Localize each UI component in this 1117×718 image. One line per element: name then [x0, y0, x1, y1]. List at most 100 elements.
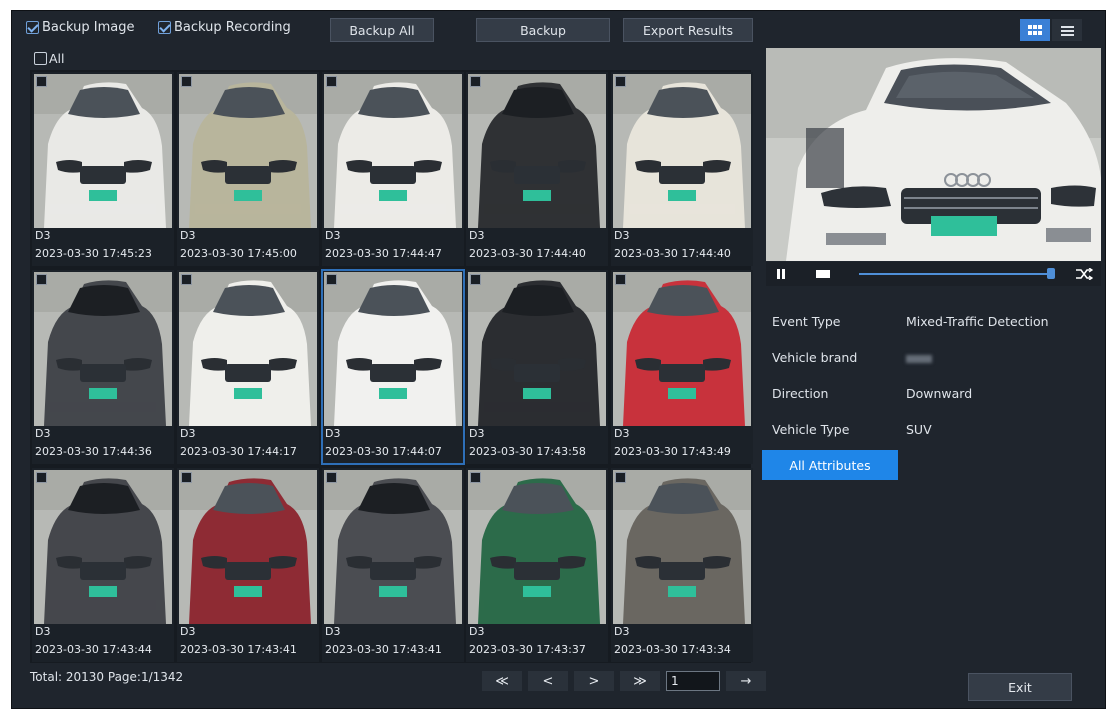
all-attributes-button[interactable]: All Attributes [762, 450, 898, 480]
vehicle-thumbnail[interactable] [179, 74, 317, 228]
result-checkbox[interactable] [36, 274, 47, 285]
previous-page-button[interactable]: < [528, 671, 568, 691]
attr-vehicle-type-label: Vehicle Type [772, 422, 850, 437]
capture-time: 2023-03-30 17:43:58 [469, 445, 586, 458]
attr-event-type-value: Mixed-Traffic Detection [906, 314, 1049, 329]
pause-icon [777, 269, 785, 279]
vehicle-snapshot [766, 48, 1101, 261]
select-all-checkbox[interactable]: All [34, 51, 65, 66]
vehicle-thumbnail[interactable] [613, 74, 751, 228]
capture-time: 2023-03-30 17:44:40 [469, 247, 586, 260]
result-checkbox[interactable] [326, 274, 337, 285]
clip-icon [1076, 268, 1093, 280]
result-checkbox[interactable] [470, 274, 481, 285]
playback-progress-handle[interactable] [1047, 268, 1056, 279]
result-card[interactable]: D3 2023-03-30 17:45:00 [177, 72, 319, 266]
result-card[interactable]: D3 2023-03-30 17:43:41 [177, 468, 319, 662]
checkbox-icon [34, 52, 47, 65]
capture-time: 2023-03-30 17:43:44 [35, 643, 152, 656]
list-view-button[interactable] [1052, 19, 1082, 41]
image-preview[interactable] [766, 48, 1101, 261]
capture-time: 2023-03-30 17:44:47 [325, 247, 442, 260]
vehicle-thumbnail[interactable] [34, 470, 172, 624]
capture-time: 2023-03-30 17:43:34 [614, 643, 731, 656]
stop-button[interactable] [808, 263, 838, 285]
result-checkbox[interactable] [470, 76, 481, 87]
result-card[interactable]: D3 2023-03-30 17:44:17 [177, 270, 319, 464]
result-checkbox[interactable] [181, 472, 192, 483]
next-page-button[interactable]: > [574, 671, 614, 691]
camera-label: D3 [180, 427, 196, 440]
result-checkbox[interactable] [36, 76, 47, 87]
backup-recording-checkbox[interactable]: Backup Recording [158, 20, 291, 35]
toolbar: Backup Image Backup Recording Backup All… [12, 11, 762, 47]
result-card[interactable]: D3 2023-03-30 17:44:36 [32, 270, 174, 464]
backup-image-checkbox[interactable]: Backup Image [26, 20, 135, 35]
search-results-window: Backup Image Backup Recording Backup All… [11, 10, 1106, 709]
camera-label: D3 [614, 229, 630, 242]
result-checkbox[interactable] [181, 274, 192, 285]
result-card[interactable]: D3 2023-03-30 17:43:37 [466, 468, 608, 662]
vehicle-thumbnail[interactable] [324, 74, 462, 228]
capture-time: 2023-03-30 17:44:07 [325, 445, 442, 458]
camera-label: D3 [180, 229, 196, 242]
vehicle-thumbnail[interactable] [34, 74, 172, 228]
result-checkbox[interactable] [615, 76, 626, 87]
vehicle-thumbnail[interactable] [468, 470, 606, 624]
result-card[interactable]: D3 2023-03-30 17:44:40 [611, 72, 753, 266]
result-checkbox[interactable] [615, 472, 626, 483]
result-card[interactable]: D3 2023-03-30 17:44:47 [322, 72, 464, 266]
vehicle-thumbnail[interactable] [34, 272, 172, 426]
camera-label: D3 [325, 427, 341, 440]
attr-direction-label: Direction [772, 386, 829, 401]
result-card[interactable]: D3 2023-03-30 17:44:07 [321, 269, 465, 465]
result-card[interactable]: D3 2023-03-30 17:43:34 [611, 468, 753, 662]
backup-all-button[interactable]: Backup All [330, 18, 434, 42]
capture-time: 2023-03-30 17:45:23 [35, 247, 152, 260]
export-results-button[interactable]: Export Results [623, 18, 753, 42]
list-icon [1060, 25, 1074, 36]
vehicle-thumbnail[interactable] [324, 470, 462, 624]
vehicle-thumbnail[interactable] [179, 470, 317, 624]
result-checkbox[interactable] [326, 76, 337, 87]
first-page-button[interactable]: ≪ [482, 671, 522, 691]
result-card[interactable]: D3 2023-03-30 17:43:58 [466, 270, 608, 464]
vehicle-thumbnail[interactable] [179, 272, 317, 426]
pause-button[interactable] [766, 263, 796, 285]
result-card[interactable]: D3 2023-03-30 17:43:49 [611, 270, 753, 464]
attr-event-type-label: Event Type [772, 314, 841, 329]
vehicle-thumbnail[interactable] [613, 272, 751, 426]
vehicle-thumbnail[interactable] [468, 272, 606, 426]
attr-vehicle-type-value: SUV [906, 422, 932, 437]
grid-icon [1028, 24, 1042, 35]
camera-label: D3 [469, 427, 485, 440]
attr-vehicle-brand-value [906, 350, 932, 365]
camera-label: D3 [325, 229, 341, 242]
result-checkbox[interactable] [615, 274, 626, 285]
page-number-input[interactable] [666, 671, 720, 691]
result-card[interactable]: D3 2023-03-30 17:45:23 [32, 72, 174, 266]
result-card[interactable]: D3 2023-03-30 17:44:40 [466, 72, 608, 266]
playback-progress-track[interactable] [859, 273, 1052, 275]
select-all-label: All [49, 51, 65, 66]
result-card[interactable]: D3 2023-03-30 17:43:41 [322, 468, 464, 662]
camera-label: D3 [469, 229, 485, 242]
backup-button[interactable]: Backup [476, 18, 610, 42]
vehicle-thumbnail[interactable] [468, 74, 606, 228]
capture-time: 2023-03-30 17:43:49 [614, 445, 731, 458]
last-page-button[interactable]: ≫ [620, 671, 660, 691]
vehicle-thumbnail[interactable] [324, 272, 462, 426]
result-checkbox[interactable] [36, 472, 47, 483]
exit-button[interactable]: Exit [968, 673, 1072, 701]
result-checkbox[interactable] [326, 472, 337, 483]
camera-label: D3 [614, 427, 630, 440]
result-checkbox[interactable] [181, 76, 192, 87]
result-card[interactable]: D3 2023-03-30 17:43:44 [32, 468, 174, 662]
grid-view-button[interactable] [1020, 19, 1050, 41]
clip-button[interactable] [1069, 263, 1099, 285]
attr-direction-value: Downward [906, 386, 973, 401]
vehicle-thumbnail[interactable] [613, 470, 751, 624]
result-checkbox[interactable] [470, 472, 481, 483]
go-to-page-button[interactable]: → [726, 671, 766, 691]
capture-time: 2023-03-30 17:45:00 [180, 247, 297, 260]
